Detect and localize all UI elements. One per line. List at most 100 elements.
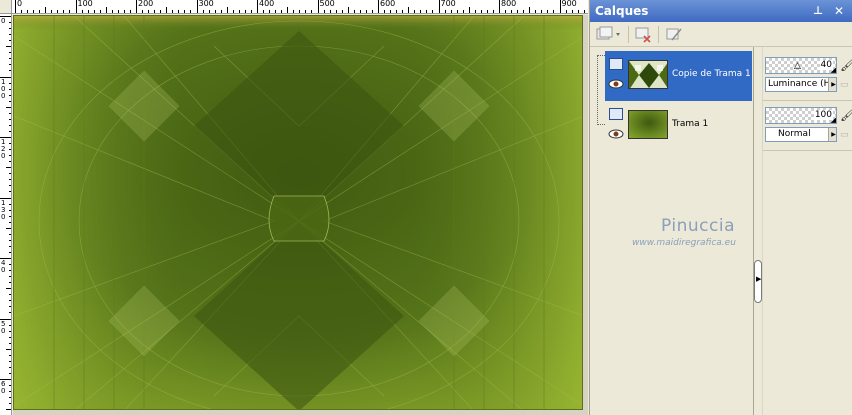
ruler-tick [329, 10, 331, 13]
ruler-tick [9, 179, 11, 181]
ruler-tick [347, 7, 349, 13]
collapse-handle[interactable]: ▶ [754, 260, 762, 303]
ruler-tick [202, 10, 204, 13]
edit-layer-button[interactable] [664, 25, 684, 44]
blend-mode-select[interactable]: Luminance (H) ▶ [765, 77, 837, 92]
ruler-tick [9, 221, 11, 223]
ruler-tick [577, 10, 579, 13]
lock-icon[interactable]: ▭ [840, 78, 852, 92]
visibility-eye-icon[interactable] [608, 129, 624, 139]
ruler-tick [45, 7, 47, 13]
ruler-tick [480, 10, 482, 13]
brush-icon[interactable]: 🖌 [840, 108, 852, 122]
ruler-tick [172, 10, 174, 13]
blend-mode-select[interactable]: Normal ▶ [765, 127, 837, 142]
image-canvas[interactable] [13, 15, 583, 410]
ruler-tick [492, 10, 494, 13]
delete-layer-button[interactable] [633, 25, 653, 44]
watermark-url: www.maidiregrafica.eu [632, 238, 736, 248]
new-layer-button[interactable] [595, 25, 623, 44]
ruler-tick [462, 10, 464, 13]
ruler-tick [93, 10, 95, 13]
delete-layer-icon [635, 27, 651, 43]
ruler-tick [105, 7, 107, 13]
layer-2-properties: 100 ◢ 🖌 Normal ▶ ▭ [765, 107, 852, 147]
ruler-tick [263, 10, 265, 13]
ruler-corner [0, 0, 12, 14]
ruler-tick [311, 10, 313, 13]
ruler-tick [9, 22, 11, 24]
ruler-tick [335, 10, 337, 13]
dropdown-arrow-icon[interactable]: ▶ [828, 128, 836, 141]
ruler-tick [9, 215, 11, 217]
lock-icon[interactable]: ▭ [840, 128, 852, 142]
layer-name: Trama 1 [672, 119, 709, 129]
layers-palette: Calques ⊥ ✕ Copie de Trama 1 Trama 1 ▶ △… [589, 0, 852, 415]
layer-row-trama-1[interactable]: Trama 1 [605, 101, 752, 151]
ruler-tick [6, 409, 11, 411]
ruler-tick [9, 245, 11, 247]
ruler-tick [9, 191, 11, 193]
ruler-tick [486, 10, 488, 13]
palette-title-bar[interactable]: Calques ⊥ ✕ [590, 0, 852, 22]
ruler-tick [6, 167, 11, 169]
ruler-tick [9, 40, 11, 42]
ruler-tick [9, 282, 11, 284]
ruler-tick [9, 185, 11, 187]
ruler-tick [9, 270, 11, 272]
blend-mode-value: Normal [778, 129, 811, 139]
ruler-tick [390, 10, 392, 13]
raster-layer-icon [609, 58, 623, 70]
ruler-tick [39, 10, 41, 13]
edit-layer-icon [666, 28, 682, 41]
ruler-tick [456, 10, 458, 13]
ruler-tick [9, 52, 11, 54]
layer-properties: △ 40 ◢ 🖌 Luminance (H) ▶ ▭ 100 ◢ 🖌 Norma… [763, 47, 852, 415]
ruler-tick [420, 10, 422, 13]
ruler-tick [9, 112, 11, 114]
opacity-slider[interactable]: △ 40 ◢ [765, 57, 837, 74]
ruler-tick [117, 10, 119, 13]
ruler-tick [244, 10, 246, 13]
ruler-tick [9, 233, 11, 235]
ruler-tick [365, 10, 367, 13]
ruler-tick [353, 10, 355, 13]
ruler-tick [9, 203, 11, 205]
ruler-tick [214, 10, 216, 13]
ruler-tick [9, 324, 11, 326]
ruler-label: 1 3 0 [1, 198, 6, 221]
ruler-tick [547, 10, 549, 13]
ruler-tick [63, 10, 65, 13]
palette-splitter[interactable]: ▶ [753, 47, 763, 415]
pin-icon[interactable]: ⊥ [811, 4, 825, 18]
ruler-tick [9, 391, 11, 393]
brush-icon[interactable]: 🖌 [840, 58, 852, 72]
ruler-tick [184, 10, 186, 13]
ruler-tick [553, 10, 555, 13]
ruler-tick [9, 306, 11, 308]
canvas-scroll-edge-bottom [13, 410, 588, 415]
canvas-scroll-edge [583, 15, 588, 415]
ruler-tick [6, 227, 11, 229]
ruler-tick [299, 10, 301, 13]
ruler-tick [287, 7, 289, 13]
dropdown-arrow-icon[interactable]: ▶ [828, 78, 836, 91]
ruler-tick [402, 10, 404, 13]
ruler-tick [438, 0, 440, 13]
visibility-eye-icon[interactable] [608, 79, 624, 89]
ruler-label: 1 0 0 [1, 77, 6, 100]
ruler-tick [529, 7, 531, 13]
app-window: 0 100 200 300 400 500 600 700 800 900 0 1 0 0 1 2 0… [0, 0, 852, 415]
ruler-tick [9, 330, 11, 332]
ruler-tick [226, 7, 228, 13]
ruler-label: 0 [1, 17, 6, 25]
ruler-tick [9, 94, 11, 96]
ruler-tick [9, 70, 11, 72]
close-icon[interactable]: ✕ [832, 4, 846, 18]
opacity-slider[interactable]: 100 ◢ [765, 107, 837, 124]
ruler-tick [384, 10, 386, 13]
layer-row-copie-de-trama-1[interactable]: Copie de Trama 1 [605, 51, 752, 101]
ruler-label: 6 0 [1, 380, 6, 395]
ruler-tick [9, 118, 11, 120]
ruler-tick [9, 294, 11, 296]
